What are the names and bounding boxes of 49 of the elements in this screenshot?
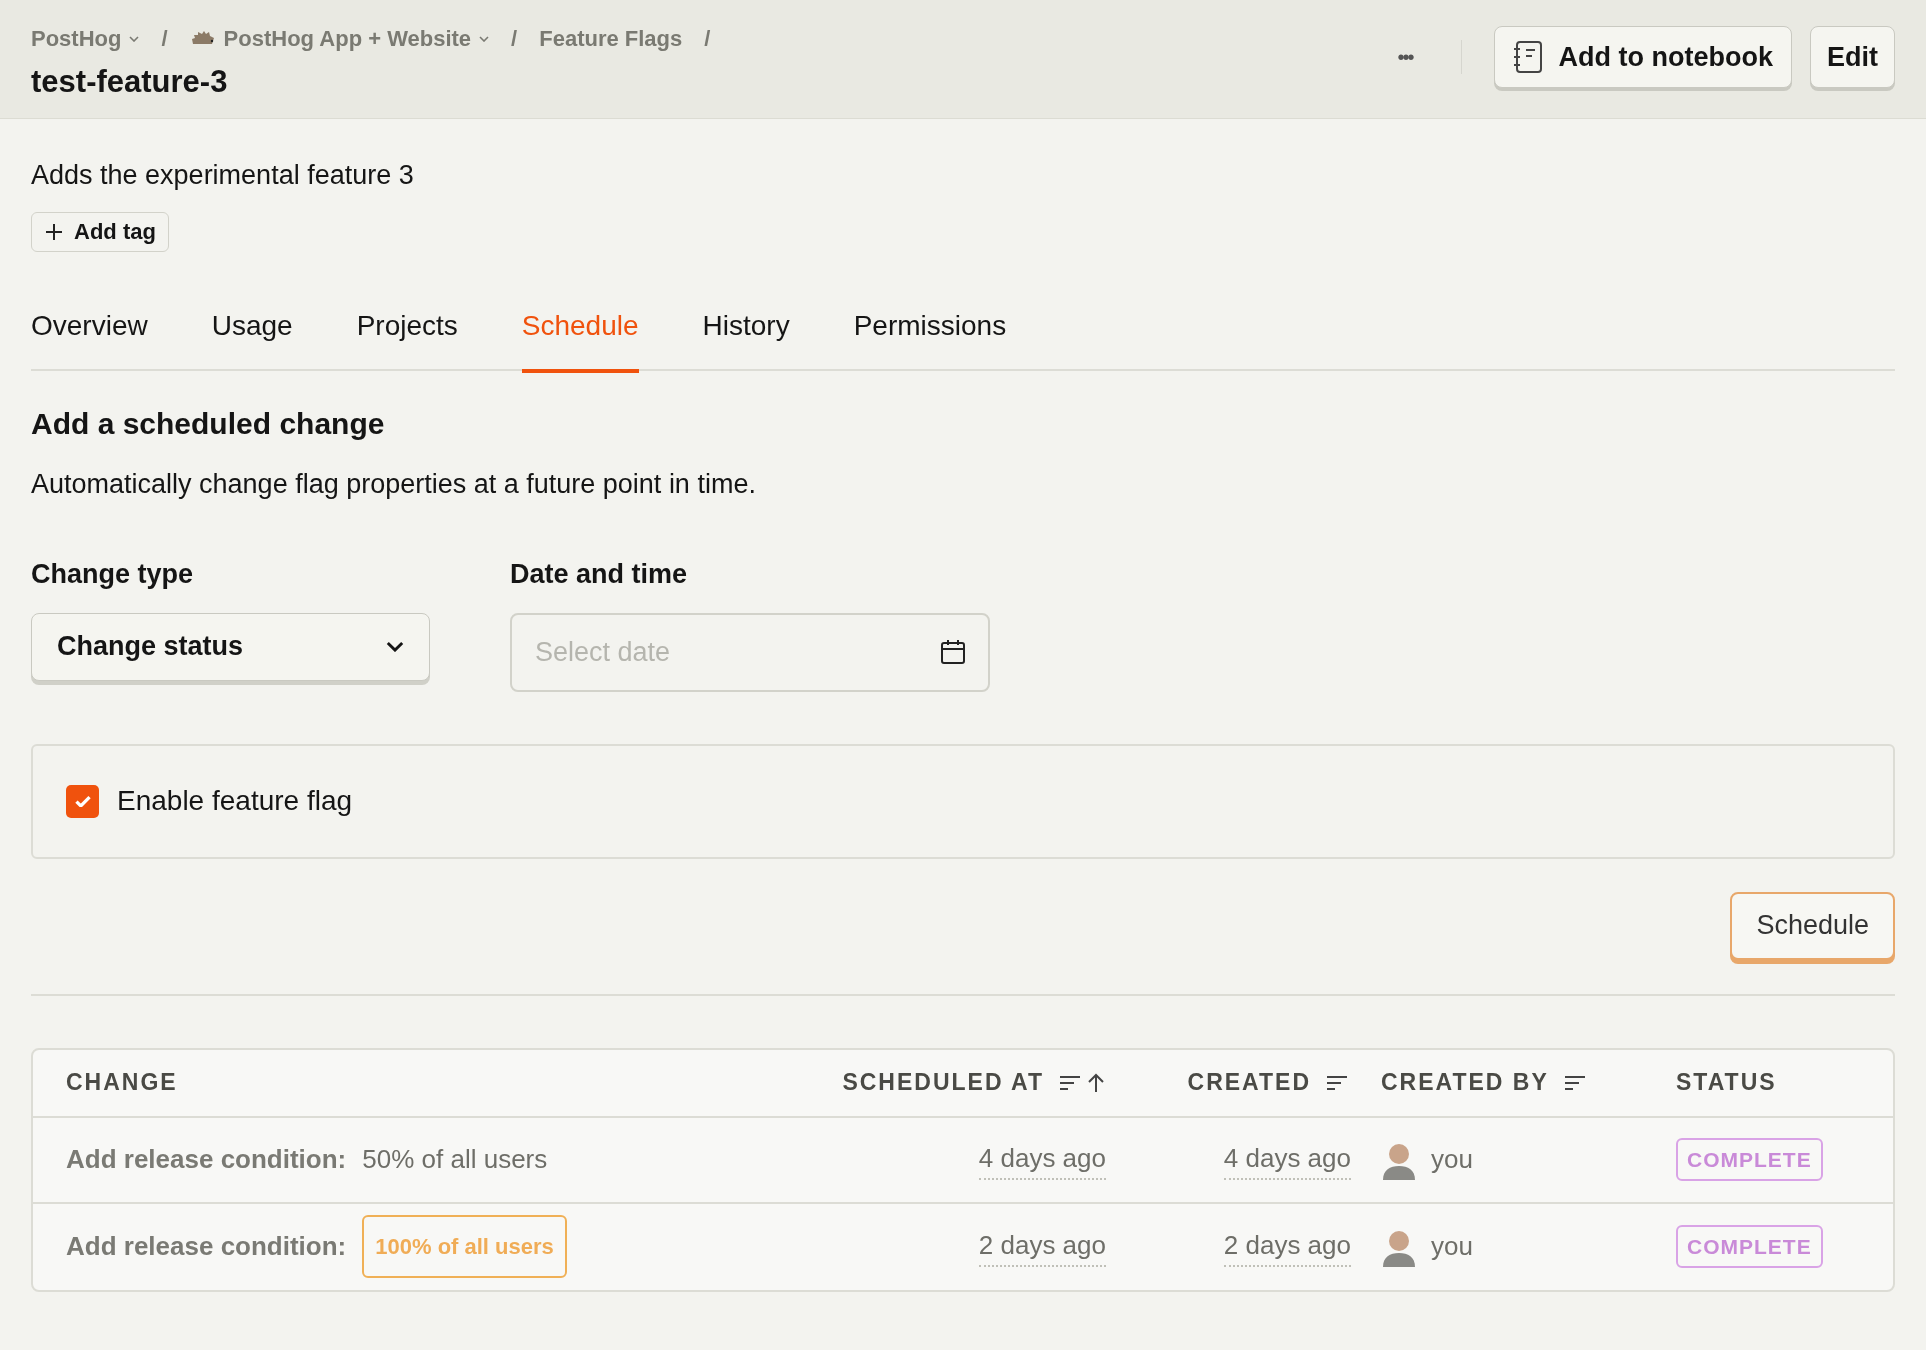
breadcrumb-separator: / <box>511 25 518 53</box>
flag-description: Adds the experimental feature 3 <box>31 159 415 192</box>
checkbox-label: Enable feature flag <box>117 784 353 818</box>
change-label: Add release condition: <box>66 1143 347 1176</box>
column-header: SCHEDULED AT <box>842 1068 1044 1098</box>
section-subtitle: Automatically change flag properties at a future point in time. <box>31 467 757 501</box>
check-icon <box>74 795 91 807</box>
relative-time: 2 days ago <box>978 1226 1106 1267</box>
status-badge: COMPLETE <box>1676 1137 1823 1182</box>
relative-time: 4 days ago <box>1223 1139 1351 1180</box>
breadcrumb-separator: / <box>704 25 711 53</box>
column-header: CREATED BY <box>1381 1068 1549 1098</box>
edit-button[interactable]: Edit <box>1810 26 1895 88</box>
notebook-icon <box>1512 40 1545 74</box>
date-field[interactable]: Select date <box>510 612 990 692</box>
column-header: CREATED <box>1187 1068 1311 1098</box>
page-title: test-feature-3 <box>31 63 229 101</box>
condition-tag: 100% of all users <box>362 1215 567 1278</box>
change-label: Add release condition: <box>66 1230 347 1263</box>
relative-time: 4 days ago <box>978 1139 1106 1180</box>
chevron-down-icon <box>129 35 140 42</box>
section-heading: Add a scheduled change <box>31 405 386 442</box>
more-button[interactable]: ••• <box>1389 42 1421 72</box>
chevron-down-icon <box>479 35 490 42</box>
breadcrumb-link[interactable]: Feature Flags <box>539 22 683 55</box>
add-tag-button[interactable]: Add tag <box>31 211 169 252</box>
plus-icon <box>44 221 64 242</box>
field-label: Date and time <box>510 558 689 591</box>
field-label: Change type <box>31 558 195 591</box>
tab[interactable]: Projects <box>356 303 458 373</box>
chevron-down-icon <box>386 641 404 652</box>
tab[interactable]: History <box>702 303 790 373</box>
column-header: STATUS <box>1676 1068 1777 1098</box>
column-header: CHANGE <box>66 1068 178 1098</box>
calendar-icon <box>939 637 967 666</box>
change-value: 50% of all users <box>362 1143 548 1176</box>
checkbox[interactable] <box>66 784 99 818</box>
relative-time: 2 days ago <box>1223 1226 1351 1267</box>
tab[interactable]: Overview <box>31 303 148 373</box>
user-name: you <box>1431 1143 1473 1176</box>
breadcrumb-link[interactable]: PostHog <box>31 22 140 55</box>
arrow-up-icon <box>1086 1071 1106 1094</box>
tab[interactable]: Permissions <box>853 303 1007 373</box>
user-name: you <box>1431 1230 1473 1263</box>
tab[interactable]: Usage <box>211 303 293 373</box>
add-to-notebook-button[interactable]: Add to notebook <box>1493 26 1792 88</box>
status-badge: COMPLETE <box>1676 1224 1823 1269</box>
breadcrumb-separator: / <box>161 25 168 53</box>
breadcrumb-link[interactable]: PostHog App + Website <box>189 22 490 55</box>
